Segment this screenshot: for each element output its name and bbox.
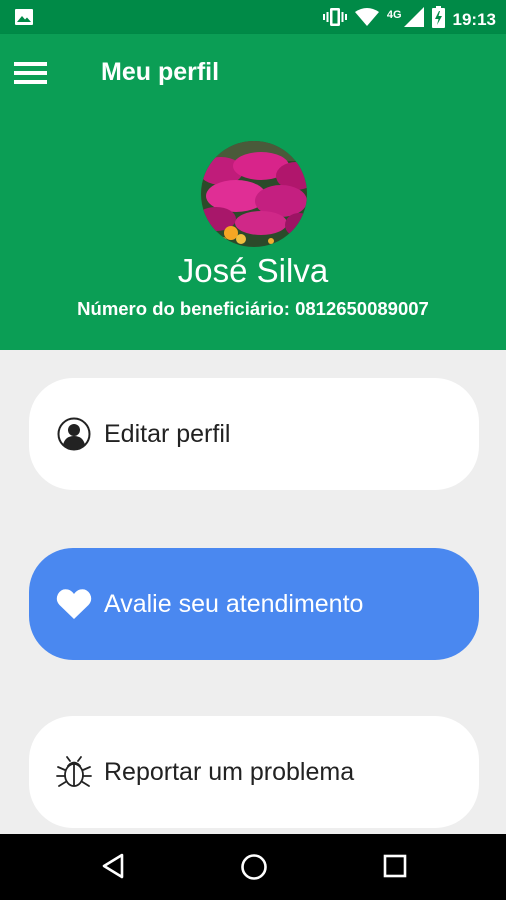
profile-name: José Silva: [177, 252, 329, 289]
profile-header: José Silva Número do beneficiário: 08126…: [0, 114, 506, 350]
rate-service-button[interactable]: Avalie seu atendimento: [29, 548, 479, 660]
signal-icon: [403, 7, 424, 32]
user-circle-icon: [56, 416, 92, 452]
bug-icon: [56, 754, 92, 790]
home-icon[interactable]: [240, 853, 268, 886]
image-icon: [14, 8, 34, 31]
rate-service-label: Avalie seu atendimento: [104, 589, 364, 618]
heart-icon: [56, 586, 92, 622]
recents-icon[interactable]: [382, 853, 408, 884]
back-icon[interactable]: [101, 853, 125, 884]
hamburger-menu-icon[interactable]: [14, 59, 48, 87]
app-bar: Meu perfil: [0, 34, 506, 114]
avatar: [201, 141, 307, 247]
network-type-label: 4G: [386, 8, 402, 21]
battery-icon: [431, 6, 445, 33]
status-bar: 4G 19:13: [0, 0, 506, 34]
vibrate-icon: [322, 7, 347, 32]
report-problem-button[interactable]: Reportar um problema: [29, 716, 479, 828]
wifi-icon: [354, 8, 379, 31]
beneficiary-number: Número do beneficiário: 0812650089007: [77, 298, 429, 319]
clock: 19:13: [452, 9, 496, 29]
page-title: Meu perfil: [101, 58, 220, 86]
navigation-bar: [0, 834, 506, 900]
report-problem-label: Reportar um problema: [104, 757, 355, 786]
edit-profile-label: Editar perfil: [104, 419, 231, 448]
edit-profile-button[interactable]: Editar perfil: [29, 378, 479, 490]
